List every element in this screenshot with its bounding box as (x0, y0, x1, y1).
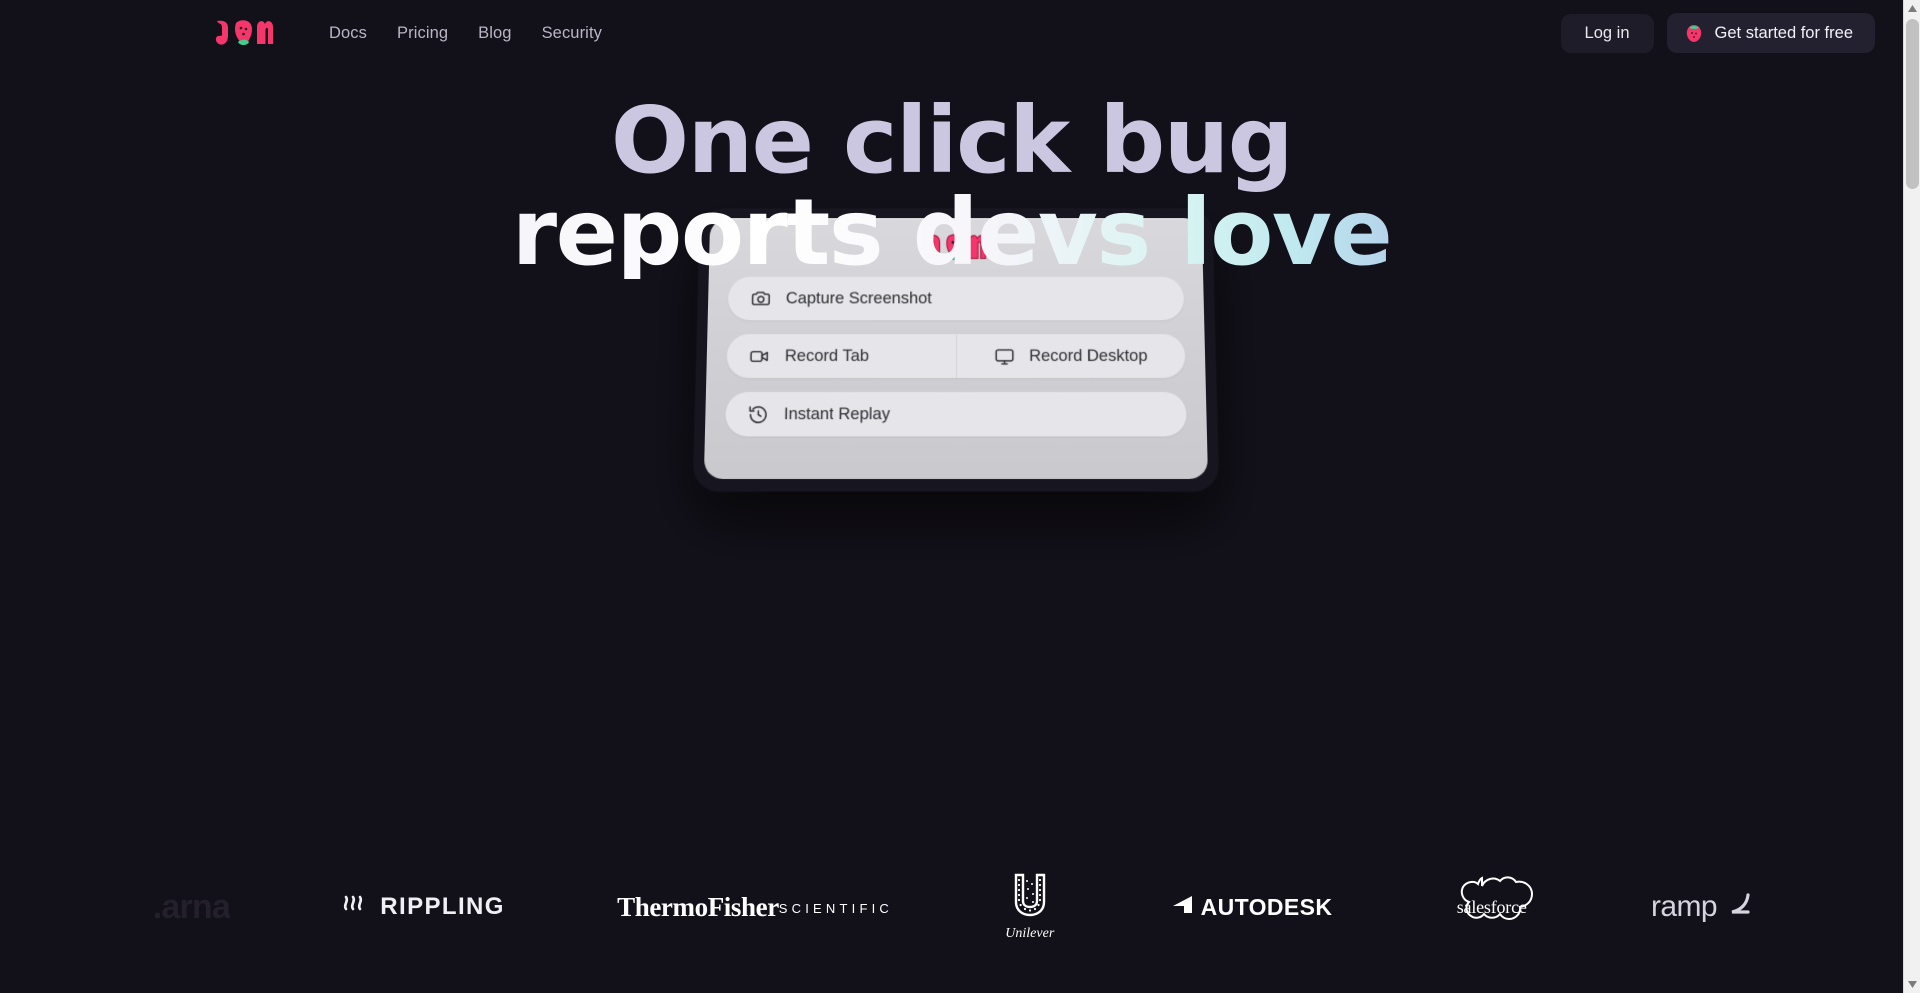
header-actions: Log in Get started for free (1560, 13, 1875, 53)
thermofisher-subtext: SCIENTIFIC (778, 901, 894, 916)
logo-ramp: ramp (1651, 872, 1753, 942)
widget-jam-logo (925, 231, 987, 269)
jam-logo-link[interactable] (214, 16, 274, 50)
instant-replay-button[interactable]: Instant Replay (725, 392, 1187, 436)
record-tab-label: Record Tab (784, 346, 870, 365)
logo-thermofisher: ThermoFisher SCIENTIFIC (617, 872, 893, 942)
get-started-label: Get started for free (1714, 23, 1853, 42)
rewind-clock-icon (747, 404, 769, 425)
logo-unilever: Unilever (1005, 872, 1054, 942)
scrollbar-thumb[interactable] (1906, 19, 1919, 189)
record-tab-button[interactable]: Record Tab (726, 334, 957, 378)
autodesk-wordmark: AUTODESK (1200, 893, 1333, 920)
nav-link-docs[interactable]: Docs (314, 17, 382, 50)
klarna-wordmark: arna. (152, 887, 230, 926)
ramp-wordmark: ramp (1650, 890, 1718, 923)
widget-frame: Capture Screenshot Record Tab Record Des… (693, 209, 1219, 492)
customer-logo-strip: arna. RIPPLING ThermoFisher SCIENTIFIC U… (0, 842, 1903, 972)
strawberry-icon (1685, 23, 1703, 43)
capture-screenshot-button[interactable]: Capture Screenshot (728, 277, 1185, 320)
record-desktop-label: Record Desktop (1029, 346, 1148, 365)
login-button[interactable]: Log in (1560, 13, 1654, 53)
record-desktop-button[interactable]: Record Desktop (956, 334, 1185, 378)
widget-body: Capture Screenshot Record Tab Record Des… (703, 218, 1209, 480)
instant-replay-label: Instant Replay (783, 404, 891, 423)
nav-link-pricing[interactable]: Pricing (382, 17, 463, 50)
camera-icon (750, 288, 771, 309)
ramp-swoosh-icon (1727, 892, 1753, 923)
logo-autodesk: AUTODESK (1166, 872, 1333, 942)
nav-link-security[interactable]: Security (527, 17, 617, 50)
unilever-u-icon (1007, 872, 1053, 925)
thermofisher-wordmark: ThermoFisher (617, 891, 779, 922)
monitor-icon (994, 346, 1015, 367)
salesforce-wordmark: salesforce (1456, 896, 1527, 917)
page-scrollbar[interactable] (1903, 0, 1920, 993)
autodesk-mark-icon (1166, 896, 1192, 918)
jam-strawberry-logo (215, 20, 273, 45)
get-started-button[interactable]: Get started for free (1666, 13, 1875, 53)
logo-salesforce: salesforce (1445, 872, 1539, 942)
nav-link-blog[interactable]: Blog (463, 17, 526, 50)
rippling-wordmark: RIPPLING (380, 893, 505, 920)
headline-line-1: One click bug (610, 87, 1294, 194)
page-root: Docs Pricing Blog Security Log in Get st… (0, 0, 1903, 993)
unilever-wordmark: Unilever (1005, 926, 1055, 941)
record-row: Record Tab Record Desktop (726, 334, 1186, 378)
capture-screenshot-row[interactable]: Capture Screenshot (727, 276, 1185, 321)
jam-recorder-widget: Capture Screenshot Record Tab Record Des… (693, 207, 1219, 492)
instant-replay-row[interactable]: Instant Replay (725, 392, 1187, 437)
logo-klarna: arna. (150, 872, 230, 942)
scrollbar-up-arrow[interactable] (1904, 0, 1920, 17)
video-camera-icon (749, 346, 770, 367)
rippling-mark-icon (342, 893, 368, 922)
scrollbar-down-arrow[interactable] (1904, 976, 1920, 993)
capture-screenshot-label: Capture Screenshot (785, 289, 932, 307)
logo-rippling: RIPPLING (342, 872, 505, 942)
site-header: Docs Pricing Blog Security Log in Get st… (0, 0, 1903, 66)
primary-nav: Docs Pricing Blog Security (314, 17, 617, 50)
